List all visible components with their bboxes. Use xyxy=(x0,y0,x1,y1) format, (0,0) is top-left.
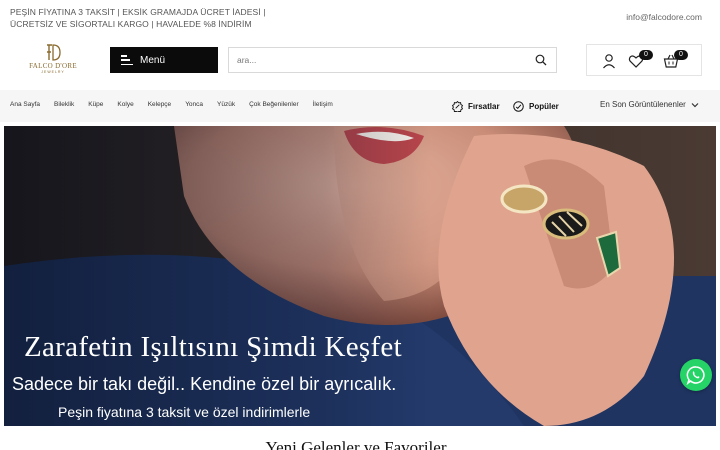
header: FALCO D'ORE JEWELRY Menü 0 xyxy=(0,40,720,86)
promo-line-1: PEŞİN FİYATINA 3 TAKSİT | EKSİK GRAMAJDA… xyxy=(10,7,266,17)
category-links: Ana Sayfa Bileklik Küpe Kolye Kelepçe Yo… xyxy=(10,101,347,108)
promo-line-2: ÜCRETSİZ VE SİGORTALI KARGO | HAVALEDE %… xyxy=(10,19,252,29)
cart-button[interactable]: 0 xyxy=(663,50,688,69)
favorites-count-badge: 0 xyxy=(639,50,653,60)
search-bar xyxy=(228,47,557,73)
nav-link-clover[interactable]: Yonca xyxy=(185,101,203,108)
chevron-down-icon xyxy=(691,102,699,107)
contact-email-link[interactable]: info@falcodore.com xyxy=(626,12,702,22)
favorites-button[interactable]: 0 xyxy=(628,50,653,69)
menu-icon xyxy=(121,55,133,65)
header-actions: 0 0 xyxy=(586,44,702,76)
menu-button[interactable]: Menü xyxy=(110,47,218,73)
deals-link[interactable]: Fırsatlar xyxy=(452,99,500,113)
whatsapp-chat-button[interactable] xyxy=(680,359,712,391)
deals-label: Fırsatlar xyxy=(468,101,500,111)
nav-link-contact[interactable]: İletişim xyxy=(313,101,333,108)
main-navigation: Ana Sayfa Bileklik Küpe Kolye Kelepçe Yo… xyxy=(0,90,720,122)
hero-title: Zarafetin Işıltısını Şimdi Keşfet xyxy=(24,331,402,363)
nav-link-home[interactable]: Ana Sayfa xyxy=(10,101,40,108)
nav-link-bracelets[interactable]: Bileklik xyxy=(54,101,74,108)
hero-subtitle: Sadece bir takı değil.. Kendine özel bir… xyxy=(12,374,397,394)
user-icon[interactable] xyxy=(601,53,617,69)
menu-button-label: Menü xyxy=(140,54,166,66)
logo-monogram-icon xyxy=(47,44,61,61)
logo-subtitle: JEWELRY xyxy=(41,70,65,74)
nav-link-rings[interactable]: Yüzük xyxy=(217,101,235,108)
popular-circle-icon xyxy=(513,100,524,112)
logo-name: FALCO D'ORE xyxy=(29,62,77,70)
nav-link-most-liked[interactable]: Çok Beğenilenler xyxy=(249,101,299,108)
popular-label: Popüler xyxy=(529,101,559,111)
recently-viewed-label: En Son Görüntülenenler xyxy=(600,100,686,109)
nav-link-earrings[interactable]: Küpe xyxy=(88,101,103,108)
section-title: Yeni Gelenler ve Favoriler xyxy=(265,438,447,450)
recently-viewed-dropdown[interactable]: En Son Görüntülenenler xyxy=(600,100,699,109)
nav-link-necklaces[interactable]: Kolye xyxy=(117,101,133,108)
hero-subtitle-secondary: Peşin fiyatına 3 taksit ve özel indiriml… xyxy=(58,404,311,420)
search-icon[interactable] xyxy=(535,54,547,66)
brand-logo[interactable]: FALCO D'ORE JEWELRY xyxy=(26,44,80,76)
top-bar: PEŞİN FİYATINA 3 TAKSİT | EKSİK GRAMAJDA… xyxy=(0,0,720,36)
discount-badge-icon xyxy=(452,100,463,112)
nav-link-bangles[interactable]: Kelepçe xyxy=(148,101,172,108)
whatsapp-icon xyxy=(686,366,705,385)
cart-count-badge: 0 xyxy=(674,50,688,60)
promo-text: PEŞİN FİYATINA 3 TAKSİT | EKSİK GRAMAJDA… xyxy=(10,6,266,30)
search-input[interactable] xyxy=(229,48,529,72)
popular-link[interactable]: Popüler xyxy=(513,99,559,113)
hero-banner[interactable]: Zarafetin Işıltısını Şimdi Keşfet Sadece… xyxy=(4,126,716,426)
